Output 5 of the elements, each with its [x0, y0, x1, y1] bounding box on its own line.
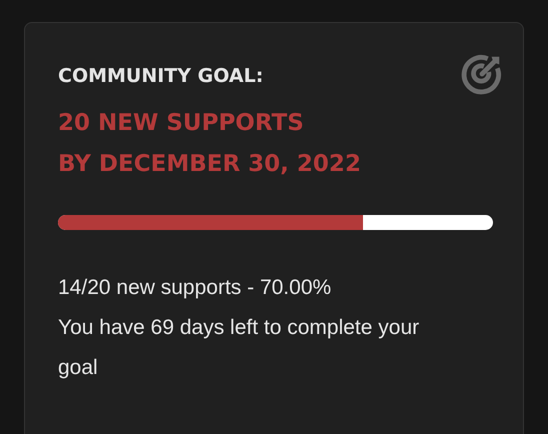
remaining-text: You have 69 days left to complete your goal	[58, 315, 420, 381]
progress-summary: 14/20 new supports - 70.00%	[58, 275, 332, 301]
card-heading: COMMUNITY GOAL:	[58, 65, 264, 87]
goal-text: 20 NEW SUPPORTS	[58, 109, 305, 138]
goal-text: BY DECEMBER 30, 2022	[58, 150, 362, 179]
